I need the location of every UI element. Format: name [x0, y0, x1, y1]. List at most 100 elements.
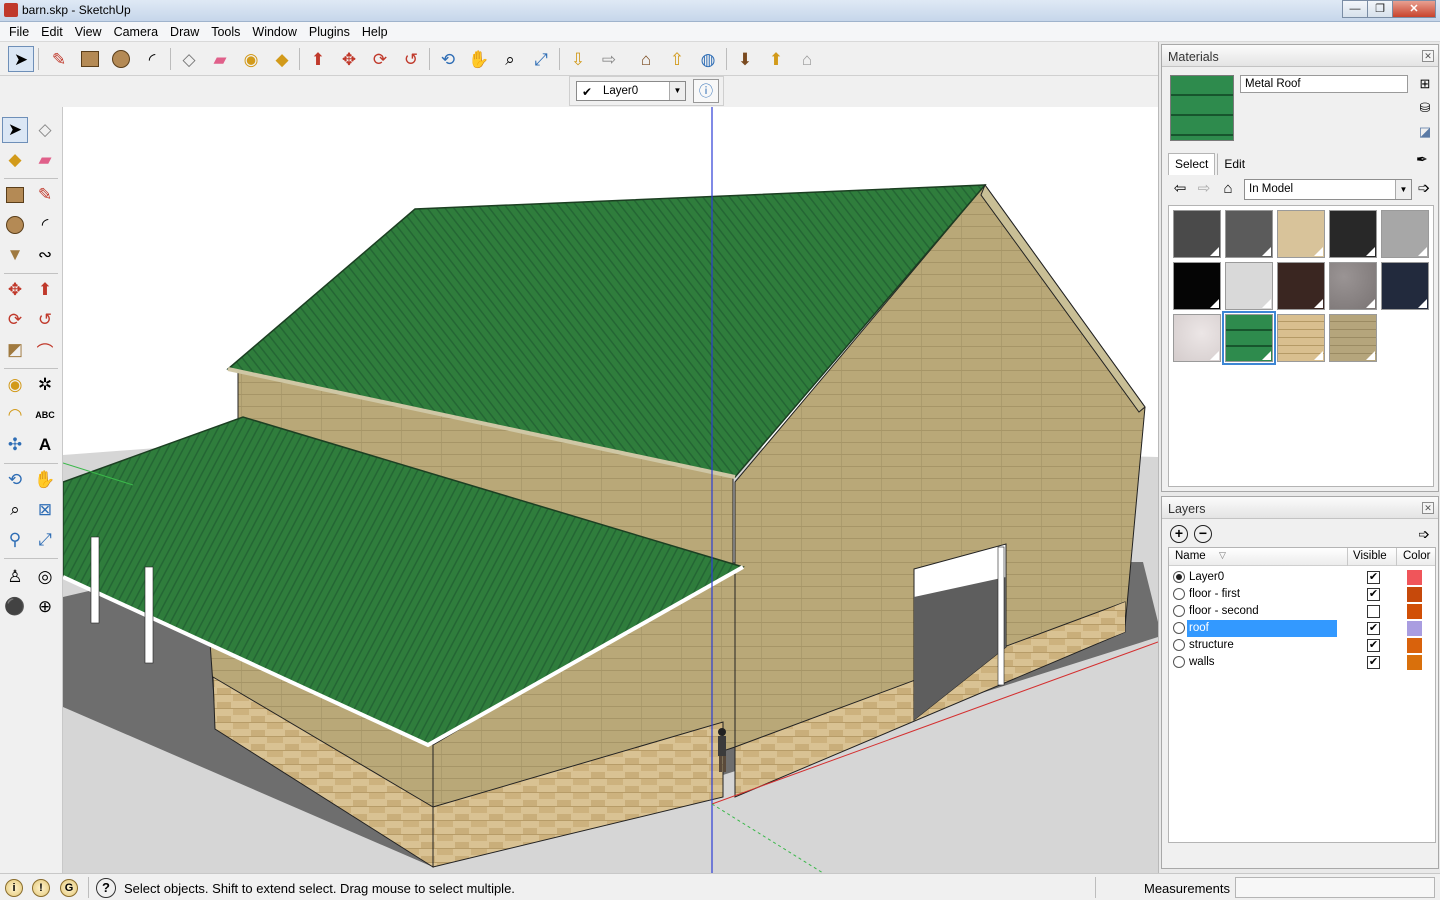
default-material-icon[interactable]: ⛁ — [1416, 99, 1434, 117]
orbit-tool-button[interactable]: ⟲ — [435, 46, 461, 72]
material-swatch-navy[interactable] — [1381, 262, 1429, 310]
tape-measure-tool[interactable]: ◉ — [2, 372, 28, 398]
material-collection-dropdown[interactable]: In Model ▼ — [1244, 179, 1412, 200]
active-layer-radio[interactable] — [1173, 588, 1185, 600]
home-icon[interactable]: ⌂ — [1218, 179, 1238, 199]
layer-visible-checkbox[interactable]: ✔ — [1367, 571, 1380, 584]
help-icon[interactable]: ? — [96, 878, 116, 898]
delete-layer-icon[interactable]: − — [1194, 525, 1212, 543]
text-tool[interactable]: ABC — [32, 402, 58, 428]
active-layer-radio[interactable] — [1173, 605, 1185, 617]
select-tool[interactable]: ➤ — [2, 117, 28, 143]
materials-panel-header[interactable]: Materials ✕ — [1162, 45, 1438, 67]
layer-visible-checkbox[interactable] — [1367, 605, 1380, 618]
menu-window[interactable]: Window — [246, 25, 302, 39]
menu-help[interactable]: Help — [356, 25, 394, 39]
layers-panel-header[interactable]: Layers ✕ — [1162, 497, 1438, 519]
material-swatch-granite[interactable] — [1329, 262, 1377, 310]
zoom-window-tool[interactable]: ⊠ — [32, 497, 58, 523]
back-arrow-icon[interactable]: ⇦ — [1170, 179, 1190, 199]
move-tool[interactable]: ✥ — [2, 277, 28, 303]
freehand-tool[interactable]: ∾ — [32, 242, 58, 268]
menu-plugins[interactable]: Plugins — [303, 25, 356, 39]
close-button[interactable]: ✕ — [1392, 0, 1436, 18]
follow-me-button[interactable]: ↺ — [398, 46, 424, 72]
material-swatch-dark-gray[interactable] — [1173, 210, 1221, 258]
layer-visible-checkbox[interactable]: ✔ — [1367, 656, 1380, 669]
column-name-header[interactable]: Name — [1175, 550, 1206, 562]
axes-tool[interactable]: ✣ — [2, 432, 28, 458]
tape-measure-button[interactable]: ◉ — [238, 46, 264, 72]
menu-edit[interactable]: Edit — [35, 25, 69, 39]
3d-text-tool[interactable]: A — [32, 432, 58, 458]
current-layer-dropdown[interactable]: ✔ Layer0 ▼ — [576, 81, 686, 101]
active-layer-radio[interactable] — [1173, 639, 1185, 651]
arc-tool[interactable]: ◜ — [32, 212, 58, 238]
details-arrow-icon[interactable]: ➩ — [1414, 179, 1434, 199]
make-component-button[interactable]: ◇ — [176, 46, 202, 72]
get-models-button[interactable]: ⌂ — [633, 46, 659, 72]
eraser-tool[interactable]: ▰ — [32, 147, 58, 173]
offset-tool[interactable]: ⌒ — [32, 337, 58, 363]
close-icon[interactable]: ✕ — [1422, 502, 1434, 514]
maximize-button[interactable]: ❐ — [1367, 0, 1393, 18]
line-tool-button[interactable]: ✎ — [46, 46, 72, 72]
menu-file[interactable]: File — [3, 25, 35, 39]
active-layer-radio[interactable] — [1173, 656, 1185, 668]
rectangle-tool-button[interactable] — [77, 46, 103, 72]
material-swatch-mid-gray[interactable] — [1225, 210, 1273, 258]
forward-arrow-icon[interactable]: ⇨ — [1194, 179, 1214, 199]
walk-tool[interactable]: ⚫ — [2, 594, 28, 620]
layer-color-swatch[interactable] — [1407, 638, 1422, 653]
credits-icon[interactable]: ! — [32, 879, 50, 897]
layer-name[interactable]: floor - first — [1187, 586, 1337, 603]
active-layer-radio[interactable] — [1173, 622, 1185, 634]
close-icon[interactable]: ✕ — [1422, 50, 1434, 62]
extension-button[interactable]: ⌂ — [794, 46, 820, 72]
layer-manager-button[interactable]: ⓘ — [693, 79, 719, 103]
layer-name[interactable]: Layer0 — [1187, 569, 1337, 586]
push-pull-button[interactable]: ⬆ — [305, 46, 331, 72]
layer-color-swatch[interactable] — [1407, 587, 1422, 602]
layer-color-swatch[interactable] — [1407, 604, 1422, 619]
section-plane-tool[interactable]: ⊕ — [32, 594, 58, 620]
geo-location-icon[interactable]: i — [5, 879, 23, 897]
eyedropper-icon[interactable]: ✒ — [1416, 151, 1428, 168]
material-swatch-black[interactable] — [1173, 262, 1221, 310]
menu-tools[interactable]: Tools — [205, 25, 246, 39]
tab-select[interactable]: Select — [1168, 153, 1216, 175]
layer-color-swatch[interactable] — [1407, 570, 1422, 585]
rotate-tool-button[interactable]: ⟳ — [367, 46, 393, 72]
layer-color-swatch[interactable] — [1407, 621, 1422, 636]
measurements-input[interactable] — [1235, 877, 1435, 898]
circle-tool-button[interactable] — [108, 46, 134, 72]
paint-bucket-tool[interactable]: ◆ — [2, 147, 28, 173]
previous-view-button[interactable]: ⇩ — [565, 46, 591, 72]
material-swatch-metal-roof[interactable] — [1222, 311, 1276, 365]
sample-paint-icon[interactable]: ◪ — [1416, 123, 1434, 141]
layer-name[interactable]: walls — [1187, 654, 1337, 671]
position-camera-tool[interactable]: ♙ — [2, 564, 28, 590]
layer-name[interactable]: structure — [1187, 637, 1337, 654]
protractor-tool[interactable]: ◠ — [2, 402, 28, 428]
menu-camera[interactable]: Camera — [108, 25, 164, 39]
get-photo-texture-button[interactable]: ⬇ — [732, 46, 758, 72]
orbit-tool[interactable]: ⟲ — [2, 467, 28, 493]
dimension-tool[interactable]: ✲ — [32, 372, 58, 398]
layer-name[interactable]: roof — [1187, 620, 1337, 637]
circle-tool[interactable] — [2, 212, 28, 238]
tab-edit[interactable]: Edit — [1217, 153, 1253, 175]
material-swatch-pale-gray[interactable] — [1225, 262, 1273, 310]
layer-row[interactable]: structure ✔ — [1169, 637, 1435, 654]
eraser-tool-button[interactable]: ▰ — [207, 46, 233, 72]
pan-tool-button[interactable]: ✋ — [466, 46, 492, 72]
user-login-icon[interactable]: G — [60, 879, 78, 897]
zoom-extents-button[interactable]: ⤢ — [528, 46, 554, 72]
look-around-tool[interactable]: ◎ — [32, 564, 58, 590]
material-swatch-charcoal[interactable] — [1329, 210, 1377, 258]
layer-row[interactable]: roof ✔ — [1169, 620, 1435, 637]
polygon-tool[interactable]: ▼ — [2, 242, 28, 268]
scale-tool[interactable]: ◩ — [2, 337, 28, 363]
zoom-extents-tool[interactable]: ⤢ — [32, 527, 58, 553]
material-swatch-tan[interactable] — [1277, 210, 1325, 258]
